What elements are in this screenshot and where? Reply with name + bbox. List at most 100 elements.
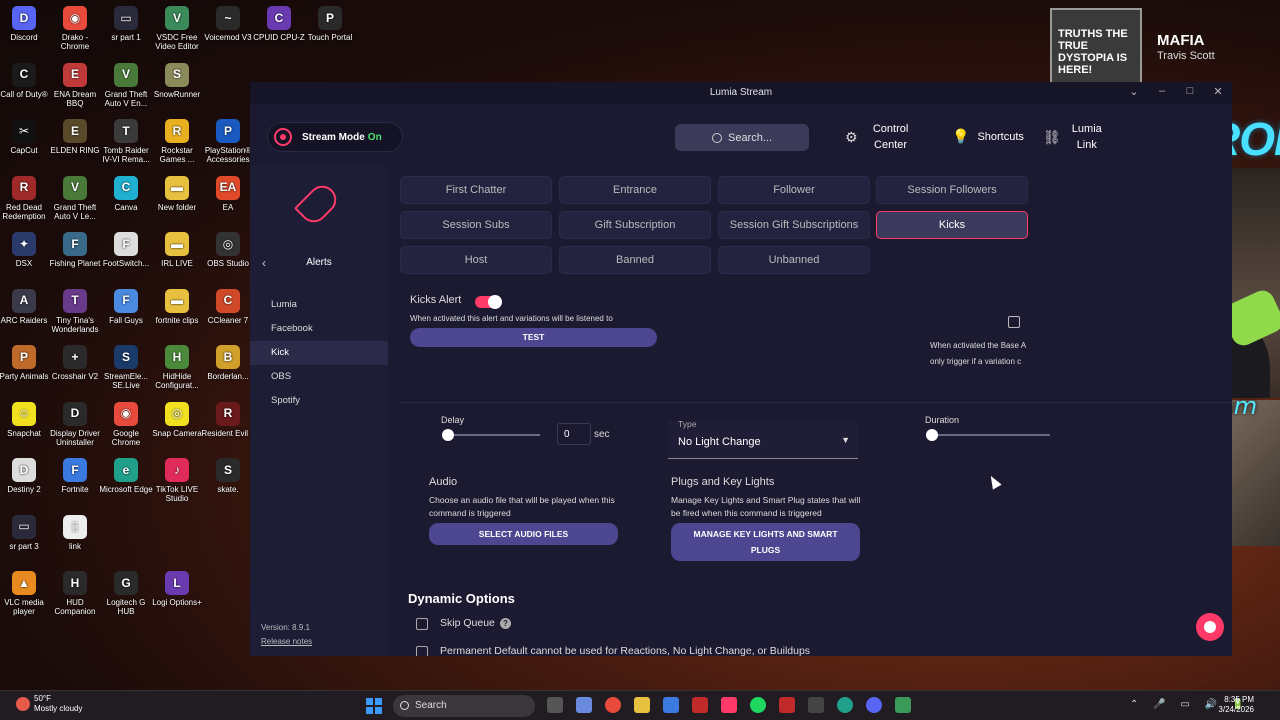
desktop-icon[interactable]: ✦ DSX [0, 232, 51, 268]
desktop-icon[interactable]: D Display Driver Uninstaller [48, 401, 102, 447]
manage-key-lights-button[interactable]: MANAGE KEY LIGHTS AND SMART PLUGS [671, 523, 860, 561]
tab-kicks[interactable]: Kicks [876, 211, 1028, 239]
desktop-icon[interactable]: ☺ Snapchat [0, 401, 51, 438]
desktop-icon[interactable]: E ELDEN RING [48, 119, 102, 155]
lumia-link-button[interactable]: ⛓ Lumia Link [1043, 121, 1105, 153]
sidebar-item-obs[interactable]: OBS [250, 365, 388, 389]
edge-icon[interactable] [837, 697, 853, 713]
desktop-icon[interactable]: ✂ CapCut [0, 119, 51, 155]
release-notes-link[interactable]: Release notes [261, 637, 312, 646]
desktop-icon[interactable]: ▲ VLC media player [0, 571, 51, 616]
desktop-icon[interactable]: P Party Animals [0, 345, 51, 381]
app-icon[interactable] [692, 697, 708, 713]
desktop-icon[interactable]: V VSDC Free Video Editor [150, 6, 204, 51]
app-icon[interactable] [808, 697, 824, 713]
search-box[interactable]: Search... [675, 124, 809, 151]
desktop-icon[interactable]: R Red Dead Redemption [0, 175, 51, 221]
desktop-icon[interactable]: P Touch Portal [303, 6, 357, 42]
copilot-icon[interactable] [576, 697, 592, 713]
discord-icon[interactable] [866, 697, 882, 713]
desktop-icon[interactable]: R Rockstar Games ... [150, 119, 204, 164]
tab-entrance[interactable]: Entrance [559, 176, 711, 204]
desktop-icon[interactable]: F Fishing Planet [48, 232, 102, 268]
tab-follower[interactable]: Follower [718, 176, 870, 204]
desktop-icon[interactable]: + Crosshair V2 [48, 345, 102, 381]
tab-session-gift-subscriptions[interactable]: Session Gift Subscriptions [718, 211, 870, 239]
desktop-icon[interactable]: ▭ sr part 3 [0, 514, 51, 551]
desktop-icon[interactable]: A ARC Raiders [0, 288, 51, 325]
weather-widget[interactable]: 50°F Mostly cloudy [16, 694, 82, 714]
tab-unbanned[interactable]: Unbanned [718, 246, 870, 274]
desktop-icon[interactable]: ♪ TikTok LIVE Studio [150, 458, 204, 503]
alert-enabled-toggle[interactable] [475, 295, 502, 309]
duration-slider-knob[interactable] [926, 429, 938, 441]
stream-mode-toggle[interactable]: Stream Mode On [267, 122, 403, 152]
desktop-icon[interactable]: ~ Voicemod V3 [201, 6, 255, 42]
taskbar-search[interactable]: Search [393, 695, 535, 717]
spotify-icon[interactable] [750, 697, 766, 713]
windows-start-button[interactable] [366, 698, 382, 714]
skip-queue-checkbox[interactable] [416, 618, 428, 630]
tab-host[interactable]: Host [400, 246, 552, 274]
desktop-icon[interactable]: ▯ link [48, 514, 102, 551]
lumia-stream-taskbar-icon[interactable] [721, 697, 737, 713]
desktop-icon[interactable]: Sskate. [201, 458, 255, 494]
desktop-icon[interactable]: D Destiny 2 [0, 458, 51, 494]
chat-button[interactable] [1196, 613, 1224, 641]
file-explorer-icon[interactable] [634, 697, 650, 713]
store-icon[interactable] [663, 697, 679, 713]
tab-session-subs[interactable]: Session Subs [400, 211, 552, 239]
desktop-icon[interactable]: ◉ Google Chrome [99, 401, 153, 447]
desktop-icon[interactable]: C CCleaner 7 [201, 288, 255, 325]
desktop-icon[interactable]: T Tomb Raider IV-VI Rema... [99, 119, 153, 164]
chevron-down-icon[interactable]: ⌄ [1123, 85, 1145, 101]
app-icon[interactable] [779, 697, 795, 713]
desktop-icon[interactable]: B Borderlan... [201, 345, 255, 381]
tab-session-followers[interactable]: Session Followers [876, 176, 1028, 204]
desktop-icon[interactable]: ◉ Drako - Chrome [48, 6, 102, 51]
desktop-icon[interactable]: G Logitech G HUB [99, 571, 153, 616]
desktop-icon[interactable]: EA EA [201, 175, 255, 212]
desktop-icon[interactable]: e Microsoft Edge [99, 458, 153, 494]
desktop-icon[interactable]: ▭ sr part 1 [99, 6, 153, 42]
desktop-icon[interactable]: F Fortnite [48, 458, 102, 494]
desktop-icon[interactable]: H HUD Companion [48, 571, 102, 616]
desktop-icon[interactable]: C Call of Duty® [0, 62, 51, 99]
sidebar-item-spotify[interactable]: Spotify [250, 389, 388, 413]
desktop-icon[interactable]: E ENA Dream BBQ [48, 62, 102, 108]
desktop-icon[interactable]: ◎ OBS Studio [201, 232, 255, 268]
test-button[interactable]: TEST [410, 328, 657, 347]
desktop-icon[interactable]: ▬ fortnite clips [150, 288, 204, 325]
desktop-icon[interactable]: F FootSwitch... [99, 232, 153, 268]
maximize-button[interactable]: □ [1179, 85, 1201, 101]
desktop-icon[interactable]: C CPUID CPU-Z [252, 6, 306, 42]
control-center-button[interactable]: ⚙ Control Center [845, 121, 916, 153]
desktop-icon[interactable]: V Grand Theft Auto V Le... [48, 175, 102, 221]
minimize-button[interactable]: – [1151, 85, 1173, 101]
delay-input[interactable]: 0 [557, 423, 591, 445]
desktop-icon[interactable]: ▬ IRL LIVE [150, 232, 204, 268]
desktop-icon[interactable]: D Discord [0, 6, 51, 42]
desktop-icon[interactable]: C Canva [99, 175, 153, 212]
base-alert-checkbox[interactable] [1008, 316, 1020, 328]
delay-slider-knob[interactable] [442, 429, 454, 441]
desktop-icon[interactable]: ◎ Snap Camera [150, 401, 204, 438]
sidebar-item-lumia[interactable]: Lumia [250, 293, 388, 317]
desktop-icon[interactable]: V Grand Theft Auto V En... [99, 62, 153, 108]
tab-first-chatter[interactable]: First Chatter [400, 176, 552, 204]
task-view-icon[interactable] [547, 697, 563, 713]
permanent-default-checkbox[interactable] [416, 646, 428, 656]
desktop-icon[interactable]: H HidHide Configurat... [150, 345, 204, 390]
sidebar-item-facebook[interactable]: Facebook [250, 317, 388, 341]
shortcuts-button[interactable]: 💡 Shortcuts [952, 128, 1024, 145]
sidebar-item-kick[interactable]: Kick [250, 341, 388, 365]
clock[interactable]: 8:35 PM 3/24/2026 [1212, 695, 1254, 715]
select-audio-files-button[interactable]: SELECT AUDIO FILES [429, 523, 618, 545]
type-select[interactable]: Type No Light Change ▼ [668, 419, 858, 459]
desktop-icon[interactable]: F Fall Guys [99, 288, 153, 325]
tab-banned[interactable]: Banned [559, 246, 711, 274]
app-icon[interactable] [895, 697, 911, 713]
tab-gift-subscription[interactable]: Gift Subscription [559, 211, 711, 239]
back-arrow-icon[interactable]: ‹ [262, 256, 266, 270]
desktop-icon[interactable]: T Tiny Tina's Wonderlands [48, 288, 102, 334]
